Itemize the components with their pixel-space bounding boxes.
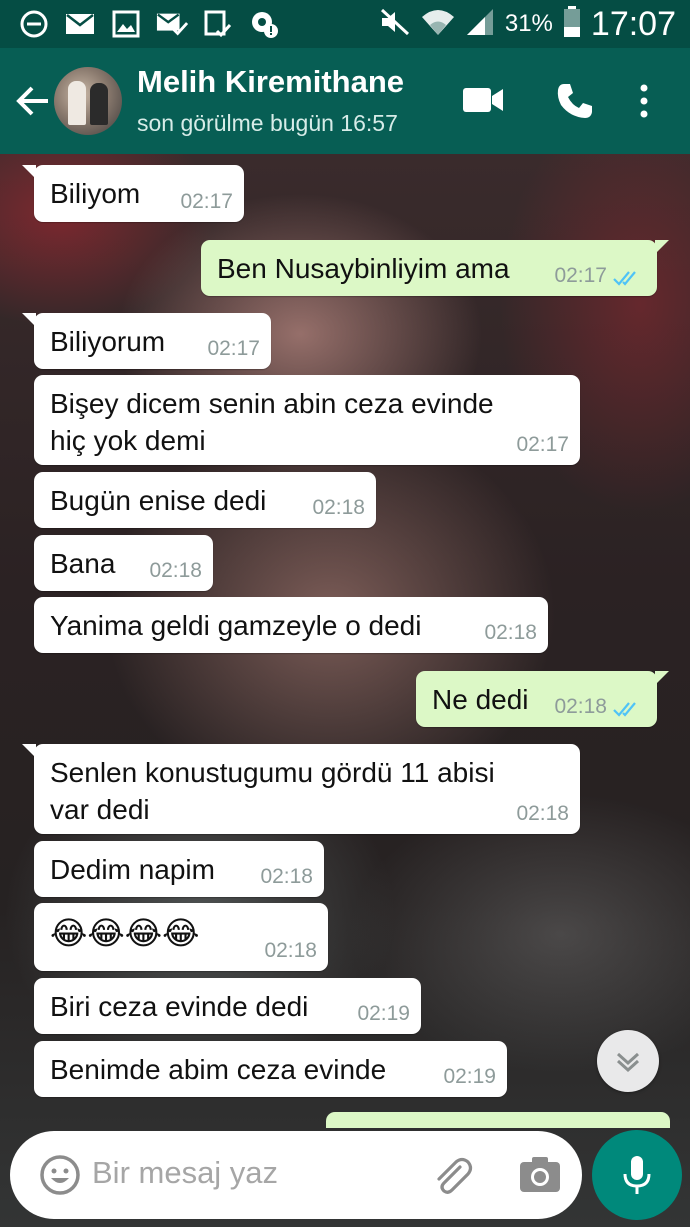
scroll-to-bottom-button[interactable]: [597, 1030, 659, 1092]
message-time: 02:19: [357, 1002, 410, 1025]
message-incoming[interactable]: 😂😂😂😂 02:18: [34, 903, 328, 971]
avatar[interactable]: [54, 67, 122, 135]
message-outgoing[interactable]: Ben Nusaybinliyim ama 02:17: [201, 240, 669, 296]
settings-alert-icon: [248, 8, 280, 40]
message-incoming[interactable]: Biliyorum 02:17: [22, 313, 271, 369]
message-time: 02:18: [149, 559, 202, 582]
message-incoming[interactable]: Biri ceza evinde dedi 02:19: [34, 978, 421, 1034]
message-input-bar[interactable]: Bir mesaj yaz: [10, 1131, 582, 1219]
do-not-disturb-icon: [18, 8, 50, 40]
message-text: Biliyorum: [50, 326, 166, 357]
message-time: 02:18: [312, 496, 365, 519]
message-text: Bugün enise dedi: [50, 485, 267, 516]
message-time: 02:17: [554, 264, 607, 287]
status-bar: 31% 17:07: [0, 0, 690, 48]
message-text-emoji: 😂😂😂😂: [50, 915, 200, 951]
message-time: 02:17: [516, 433, 569, 456]
message-input[interactable]: Bir mesaj yaz: [92, 1155, 278, 1191]
signal-icon: [465, 7, 495, 42]
clipboard-check-icon: [202, 8, 234, 40]
message-incoming[interactable]: Dedim napim 02:18: [34, 841, 324, 897]
wifi-icon: [421, 7, 455, 42]
message-text: Bana: [50, 548, 116, 579]
message-incoming[interactable]: Bugün enise dedi 02:18: [34, 472, 376, 528]
message-time: 02:18: [264, 939, 317, 962]
battery-percent: 31%: [504, 10, 553, 37]
mute-icon: [379, 7, 411, 42]
message-text: Benimde abim ceza evinde: [50, 1054, 387, 1085]
mail-check-icon: [156, 8, 188, 40]
message-time: 02:19: [443, 1065, 496, 1088]
message-incoming[interactable]: Biliyom 02:17: [22, 165, 244, 222]
paperclip-icon[interactable]: [430, 1153, 474, 1197]
clock: 17:07: [590, 4, 676, 43]
message-text: Ben Nusaybinliyim ama: [217, 253, 510, 284]
battery-icon: [563, 5, 581, 43]
message-text: Biri ceza evinde dedi: [50, 991, 309, 1022]
read-ticks-icon: [613, 271, 636, 286]
message-incoming[interactable]: Bana 02:18: [34, 535, 213, 591]
message-text: Yanima geldi gamzeyle o dedi: [50, 610, 422, 641]
chat-header: Melih Kiremithane son görülme bugün 16:5…: [0, 48, 690, 154]
message-outgoing[interactable]: Ne dedi 02:18: [416, 671, 669, 727]
voice-record-button[interactable]: [592, 1130, 682, 1220]
message-time: 02:18: [554, 695, 607, 718]
more-options-icon[interactable]: [630, 81, 658, 121]
mail-icon: [64, 8, 96, 40]
message-incoming[interactable]: Benimde abim ceza evinde 02:19: [34, 1041, 507, 1097]
message-incoming[interactable]: Senlen konustugumu gördü 11 abisi var de…: [22, 744, 580, 834]
notification-icons: [0, 8, 280, 40]
message-time: 02:18: [516, 802, 569, 825]
phone-icon[interactable]: [555, 81, 595, 121]
message-text: Ne dedi: [432, 684, 529, 715]
microphone-icon: [623, 1156, 651, 1194]
read-ticks-icon: [613, 702, 636, 717]
message-text: Bişey dicem senin abin ceza evinde hiç y…: [50, 388, 494, 456]
message-text: Senlen konustugumu gördü 11 abisi var de…: [50, 757, 495, 825]
message-time: 02:17: [207, 337, 260, 360]
message-time: 02:18: [260, 865, 313, 888]
emoji-icon[interactable]: [38, 1153, 82, 1197]
image-icon: [110, 8, 142, 40]
message-text: Dedim napim: [50, 854, 215, 885]
message-time: 02:17: [180, 190, 233, 213]
message-outgoing-partial[interactable]: [326, 1112, 670, 1128]
back-arrow-icon[interactable]: [12, 81, 52, 121]
message-time: 02:18: [484, 621, 537, 644]
message-incoming[interactable]: Bişey dicem senin abin ceza evinde hiç y…: [34, 375, 580, 465]
system-indicators: 31% 17:07: [379, 0, 676, 48]
contact-name[interactable]: Melih Kiremithane: [137, 64, 404, 100]
camera-icon[interactable]: [518, 1154, 562, 1196]
video-call-icon[interactable]: [462, 84, 504, 116]
message-text: Biliyom: [50, 178, 141, 209]
double-chevron-down-icon: [616, 1052, 640, 1073]
message-incoming[interactable]: Yanima geldi gamzeyle o dedi 02:18: [34, 597, 548, 653]
last-seen-status: son görülme bugün 16:57: [137, 110, 398, 136]
